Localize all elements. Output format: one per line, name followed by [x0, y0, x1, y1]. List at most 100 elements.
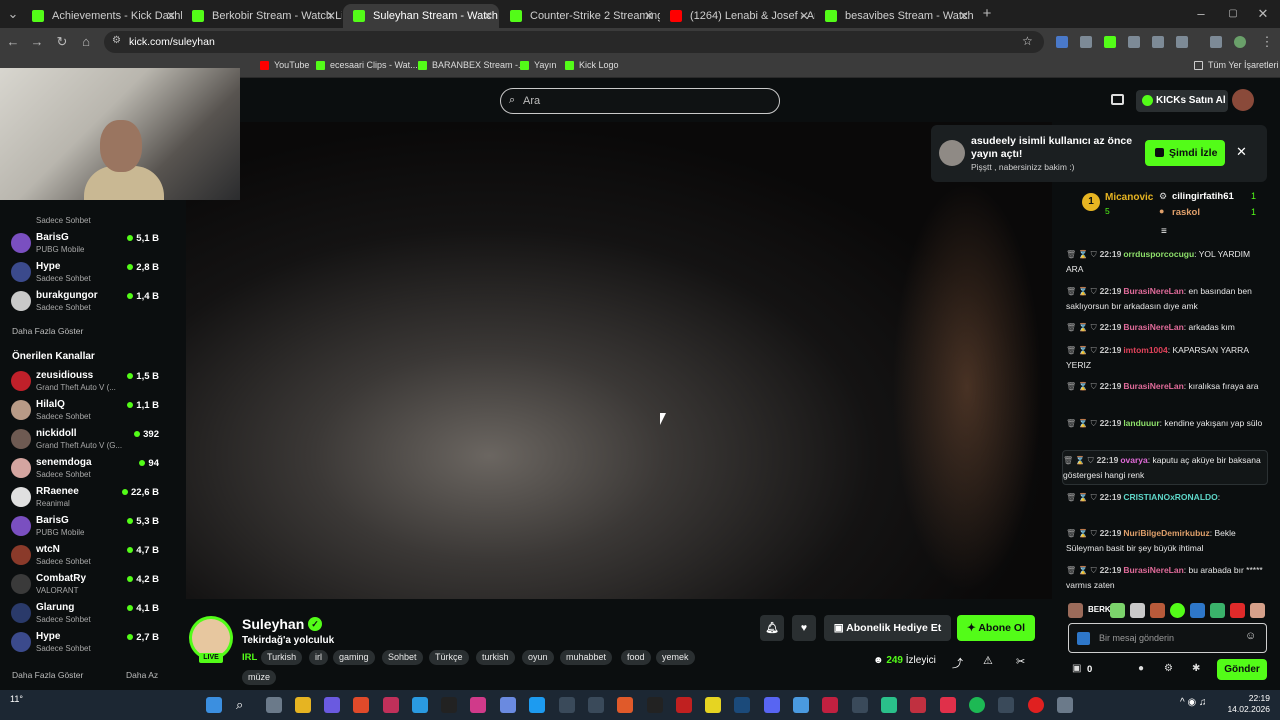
- back-icon[interactable]: ←: [4, 33, 22, 51]
- spotify-icon[interactable]: [969, 697, 985, 713]
- sidebar-channel-glarung[interactable]: Glarung Sadece Sohbet 4,1 B: [0, 599, 170, 628]
- emote[interactable]: [1250, 603, 1265, 618]
- close-icon[interactable]: ✕: [1236, 144, 1247, 160]
- emote[interactable]: [1190, 603, 1205, 618]
- tab-achievements[interactable]: Achievements - Kick Dashboard ✕: [22, 4, 182, 28]
- close-tab-icon[interactable]: ✕: [326, 4, 336, 28]
- close-tab-icon[interactable]: ✕: [483, 4, 493, 28]
- file-explorer-icon[interactable]: [295, 697, 311, 713]
- extension-icon[interactable]: [1056, 36, 1068, 48]
- tab-youtube[interactable]: (1264) Lenabi & Josef - Ankara ✕: [660, 4, 815, 28]
- app-icon[interactable]: [383, 697, 399, 713]
- stream-tag[interactable]: food: [621, 650, 651, 665]
- emoji-icon[interactable]: ☺: [1245, 630, 1256, 642]
- brave-icon[interactable]: [353, 697, 369, 713]
- buy-kicks-button[interactable]: KICKs Satın Al: [1136, 90, 1228, 112]
- share-icon[interactable]: ⤴: [952, 655, 963, 671]
- stream-tag[interactable]: gaming: [333, 650, 375, 665]
- emote[interactable]: [1210, 603, 1225, 618]
- emote[interactable]: [1110, 603, 1125, 618]
- profile-avatar[interactable]: [1234, 36, 1246, 48]
- show-more-link[interactable]: Daha Fazla Göster: [12, 670, 83, 680]
- sidebar-channel[interactable]: Sadece Sohbet: [0, 200, 170, 229]
- sidebar-channel-hype[interactable]: Hype Sadece Sohbet 2,8 B: [0, 258, 170, 287]
- sidebar-channel-rraenee[interactable]: RRaenee Reanimal 22,6 B: [0, 483, 170, 512]
- subscribe-button[interactable]: ✦ Abone Ol: [957, 615, 1035, 641]
- reload-icon[interactable]: ↻: [53, 33, 71, 51]
- sidebar-channel-nickidoll[interactable]: nickidoll Grand Theft Auto V (G... 392: [0, 425, 170, 454]
- bookmarks-folder[interactable]: Tüm Yer İşaretleri: [1194, 60, 1279, 70]
- message-user[interactable]: BurasiNereLan: [1123, 565, 1183, 575]
- site-info-icon[interactable]: ⚙: [112, 35, 121, 46]
- tab-suleyhan[interactable]: Suleyhan Stream - Watch Li ✕: [343, 4, 499, 28]
- settings-icon[interactable]: [1057, 697, 1073, 713]
- close-tab-icon[interactable]: ✕: [959, 4, 969, 28]
- notification-bell-button[interactable]: 🔔︎: [760, 615, 784, 641]
- clock[interactable]: 22:19 14.02.2026: [1224, 693, 1270, 715]
- sidebar-channel-hype-2[interactable]: Hype Sadece Sohbet 2,7 B: [0, 628, 170, 657]
- shield-icon[interactable]: [1080, 36, 1092, 48]
- emote-text[interactable]: BERK: [1088, 605, 1111, 614]
- app-icon[interactable]: [617, 697, 633, 713]
- video-player[interactable]: [186, 122, 1052, 599]
- emote[interactable]: [1170, 603, 1185, 618]
- puzzle-icon[interactable]: [1176, 36, 1188, 48]
- gift-sub-button[interactable]: ▣ Abonelik Hediye Et: [824, 615, 951, 641]
- instagram-icon[interactable]: [470, 697, 486, 713]
- stream-tag[interactable]: irl: [309, 650, 328, 665]
- app-icon[interactable]: [881, 697, 897, 713]
- tray-icons[interactable]: ^ ◉ ♫: [1180, 697, 1206, 708]
- app-icon[interactable]: [705, 697, 721, 713]
- report-icon[interactable]: ⚠: [983, 654, 993, 667]
- bookmark-star-icon[interactable]: ☆: [1022, 34, 1033, 48]
- menu-icon[interactable]: ⋮: [1258, 33, 1276, 51]
- stream-tag[interactable]: müze: [242, 670, 277, 685]
- discord-icon[interactable]: [764, 697, 780, 713]
- maximize-icon[interactable]: ▢: [1224, 5, 1242, 23]
- app-icon[interactable]: [998, 697, 1014, 713]
- clip-icon[interactable]: ✂: [1016, 655, 1025, 668]
- message-user[interactable]: imtom1004: [1123, 345, 1167, 355]
- app-icon[interactable]: [588, 697, 604, 713]
- sidebar-channel-hilalq[interactable]: HilalQ Sadece Sohbet 1,1 B: [0, 396, 170, 425]
- app-icon[interactable]: [559, 697, 575, 713]
- home-icon[interactable]: ⌂: [77, 33, 95, 51]
- weather-widget[interactable]: 11°: [10, 694, 23, 704]
- extension-icon[interactable]: [1152, 36, 1164, 48]
- app-icon[interactable]: [324, 697, 340, 713]
- close-tab-icon[interactable]: ✕: [799, 4, 809, 28]
- stream-tag[interactable]: muhabbet: [560, 650, 613, 665]
- bookmark-ecesaari[interactable]: ecesaari Clips - Wat...: [316, 60, 418, 70]
- app-icon[interactable]: [852, 697, 868, 713]
- user-avatar[interactable]: [1232, 89, 1254, 111]
- task-view-icon[interactable]: [266, 697, 282, 713]
- stream-tag[interactable]: Türkçe: [429, 650, 469, 665]
- emote[interactable]: [1130, 603, 1145, 618]
- stream-tag[interactable]: Sohbet: [382, 650, 423, 665]
- message-user[interactable]: NuriBilgeDemirkubuz: [1123, 528, 1209, 538]
- forward-icon[interactable]: →: [28, 33, 46, 51]
- bookmark-youtube[interactable]: YouTube: [260, 60, 309, 70]
- emote[interactable]: [1230, 603, 1245, 618]
- close-window-icon[interactable]: ✕: [1254, 5, 1272, 23]
- reading-list-icon[interactable]: [1210, 36, 1222, 48]
- chat-input[interactable]: Bir mesaj gönderin ☺: [1068, 623, 1267, 653]
- sidebar-channel-combatry[interactable]: CombatRy VALORANT 4,2 B: [0, 570, 170, 599]
- settings-icon[interactable]: ⚙: [1164, 663, 1173, 674]
- close-tab-icon[interactable]: ✕: [644, 4, 654, 28]
- show-less-link[interactable]: Daha Az: [126, 670, 158, 680]
- message-user[interactable]: BurasiNereLan: [1123, 322, 1183, 332]
- message-user[interactable]: landuuur: [1123, 418, 1159, 428]
- tab-berkobir[interactable]: Berkobir Stream - Watch Live o ✕: [182, 4, 342, 28]
- theater-mode-icon[interactable]: [1111, 94, 1124, 105]
- opera-icon[interactable]: [1028, 697, 1044, 713]
- stream-tag[interactable]: turkish: [476, 650, 515, 665]
- steam-icon[interactable]: [734, 697, 750, 713]
- message-user[interactable]: BurasiNereLan: [1123, 381, 1183, 391]
- close-tab-icon[interactable]: ✕: [166, 4, 176, 28]
- tab-search-icon[interactable]: ⌄: [4, 5, 22, 23]
- sidebar-channel-barisg[interactable]: BarisG PUBG Mobile 5,1 B: [0, 229, 170, 258]
- tiktok-icon[interactable]: [441, 697, 457, 713]
- start-icon[interactable]: [206, 697, 222, 713]
- search-icon[interactable]: ⌕: [236, 697, 252, 713]
